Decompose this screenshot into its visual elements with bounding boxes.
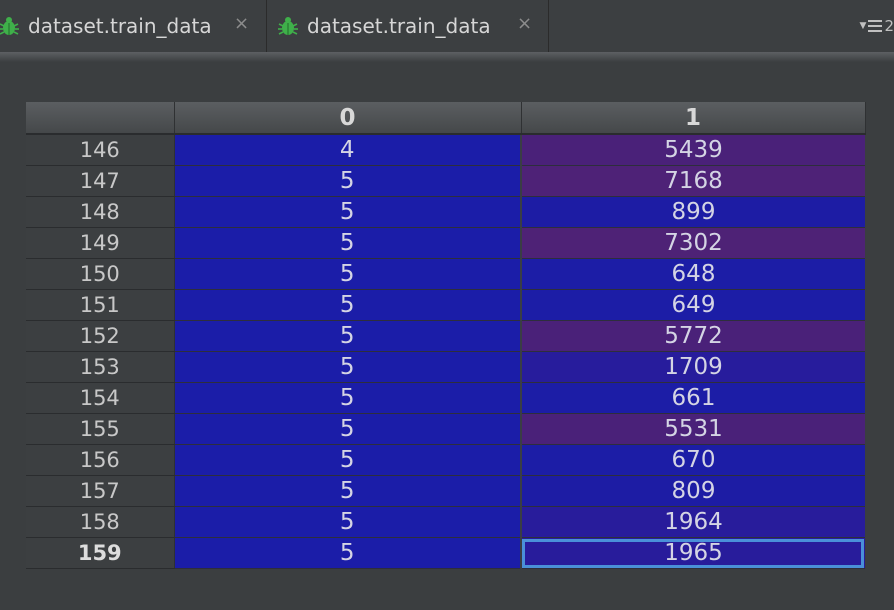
table-row[interactable]: 156 5 670 [26,444,865,476]
table-row[interactable]: 154 5 661 [26,382,865,414]
table-row[interactable]: 157 5 809 [26,475,865,507]
table-cell-col-1[interactable]: 1964 [521,506,865,538]
table-cell-col-0[interactable]: 5 [174,196,522,228]
list-icon [868,20,883,32]
bug-icon [0,17,19,35]
table-cell-col-0[interactable]: 5 [174,289,522,321]
table-cell-col-0[interactable]: 5 [174,413,522,445]
table-row[interactable]: 152 5 5772 [26,320,865,352]
table-cell-col-1[interactable]: 899 [521,196,865,228]
table-cell-col-0[interactable]: 5 [174,165,522,197]
row-index: 147 [26,165,175,197]
table-row[interactable]: 146 4 5439 [26,134,865,166]
tab-bar-divider [0,52,894,62]
row-index: 151 [26,289,175,321]
table-cell-col-1[interactable]: 661 [521,382,865,414]
table-row[interactable]: 147 5 7168 [26,165,865,197]
table-cell-col-0[interactable]: 5 [174,475,522,507]
row-index: 155 [26,413,175,445]
column-header-1[interactable]: 1 [521,102,866,135]
table-row[interactable]: 150 5 648 [26,258,865,290]
row-index: 158 [26,506,175,538]
table-cell-col-0[interactable]: 5 [174,320,522,352]
row-index: 156 [26,444,175,476]
tab-label: dataset.train_data [28,14,212,38]
tab-dataset-train-data-2[interactable]: dataset.train_data × [267,0,549,52]
row-index: 152 [26,320,175,352]
hidden-tabs-count: 2 [884,17,894,35]
table-row[interactable]: 148 5 899 [26,196,865,228]
row-index: 157 [26,475,175,507]
row-index: 149 [26,227,175,259]
table-cell-col-1[interactable]: 649 [521,289,865,321]
table-cell-col-0[interactable]: 5 [174,382,522,414]
table-cell-col-1[interactable]: 7302 [521,227,865,259]
table-cell-col-1[interactable]: 5772 [521,320,865,352]
table-cell-col-1[interactable]: 1709 [521,351,865,383]
close-icon[interactable]: × [517,13,532,34]
data-table: 0 1 146 4 5439 147 5 7168 148 5 899 149 5 7302 150 5 6… [26,102,866,569]
table-row[interactable]: 159 5 1965 [26,537,865,569]
column-header-0[interactable]: 0 [174,102,522,135]
row-index: 148 [26,196,175,228]
row-index: 153 [26,351,175,383]
index-column-header [26,102,175,135]
table-row[interactable]: 153 5 1709 [26,351,865,383]
close-icon[interactable]: × [234,13,249,34]
row-index: 150 [26,258,175,290]
row-index: 146 [26,134,175,166]
table-row[interactable]: 158 5 1964 [26,506,865,538]
tabs-overflow-menu[interactable]: ▼ 2 [860,14,894,38]
table-cell-col-1[interactable]: 648 [521,258,865,290]
table-cell-col-0[interactable]: 4 [174,134,522,166]
table-cell-col-1[interactable]: 1965 [521,537,865,569]
table-cell-col-0[interactable]: 5 [174,227,522,259]
table-cell-col-1[interactable]: 809 [521,475,865,507]
row-index: 159 [26,537,175,569]
table-cell-col-1[interactable]: 670 [521,444,865,476]
table-cell-col-1[interactable]: 5439 [521,134,865,166]
table-cell-col-0[interactable]: 5 [174,351,522,383]
table-cell-col-1[interactable]: 5531 [521,413,865,445]
bug-icon [278,17,298,35]
table-cell-col-0[interactable]: 5 [174,258,522,290]
table-row[interactable]: 151 5 649 [26,289,865,321]
editor-tab-bar: dataset.train_data × dataset.train_data … [0,0,894,52]
table-cell-col-1[interactable]: 7168 [521,165,865,197]
table-body: 146 4 5439 147 5 7168 148 5 899 149 5 7302 150 5 648 15… [26,134,865,569]
table-cell-col-0[interactable]: 5 [174,506,522,538]
table-row[interactable]: 149 5 7302 [26,227,865,259]
tab-dataset-train-data-1[interactable]: dataset.train_data × [0,0,267,52]
row-index: 154 [26,382,175,414]
table-row[interactable]: 155 5 5531 [26,413,865,445]
header-row: 0 1 [26,102,866,135]
table-cell-col-0[interactable]: 5 [174,444,522,476]
table-cell-col-0[interactable]: 5 [174,537,522,569]
tab-label: dataset.train_data [307,14,491,38]
chevron-down-icon: ▼ [859,21,867,31]
